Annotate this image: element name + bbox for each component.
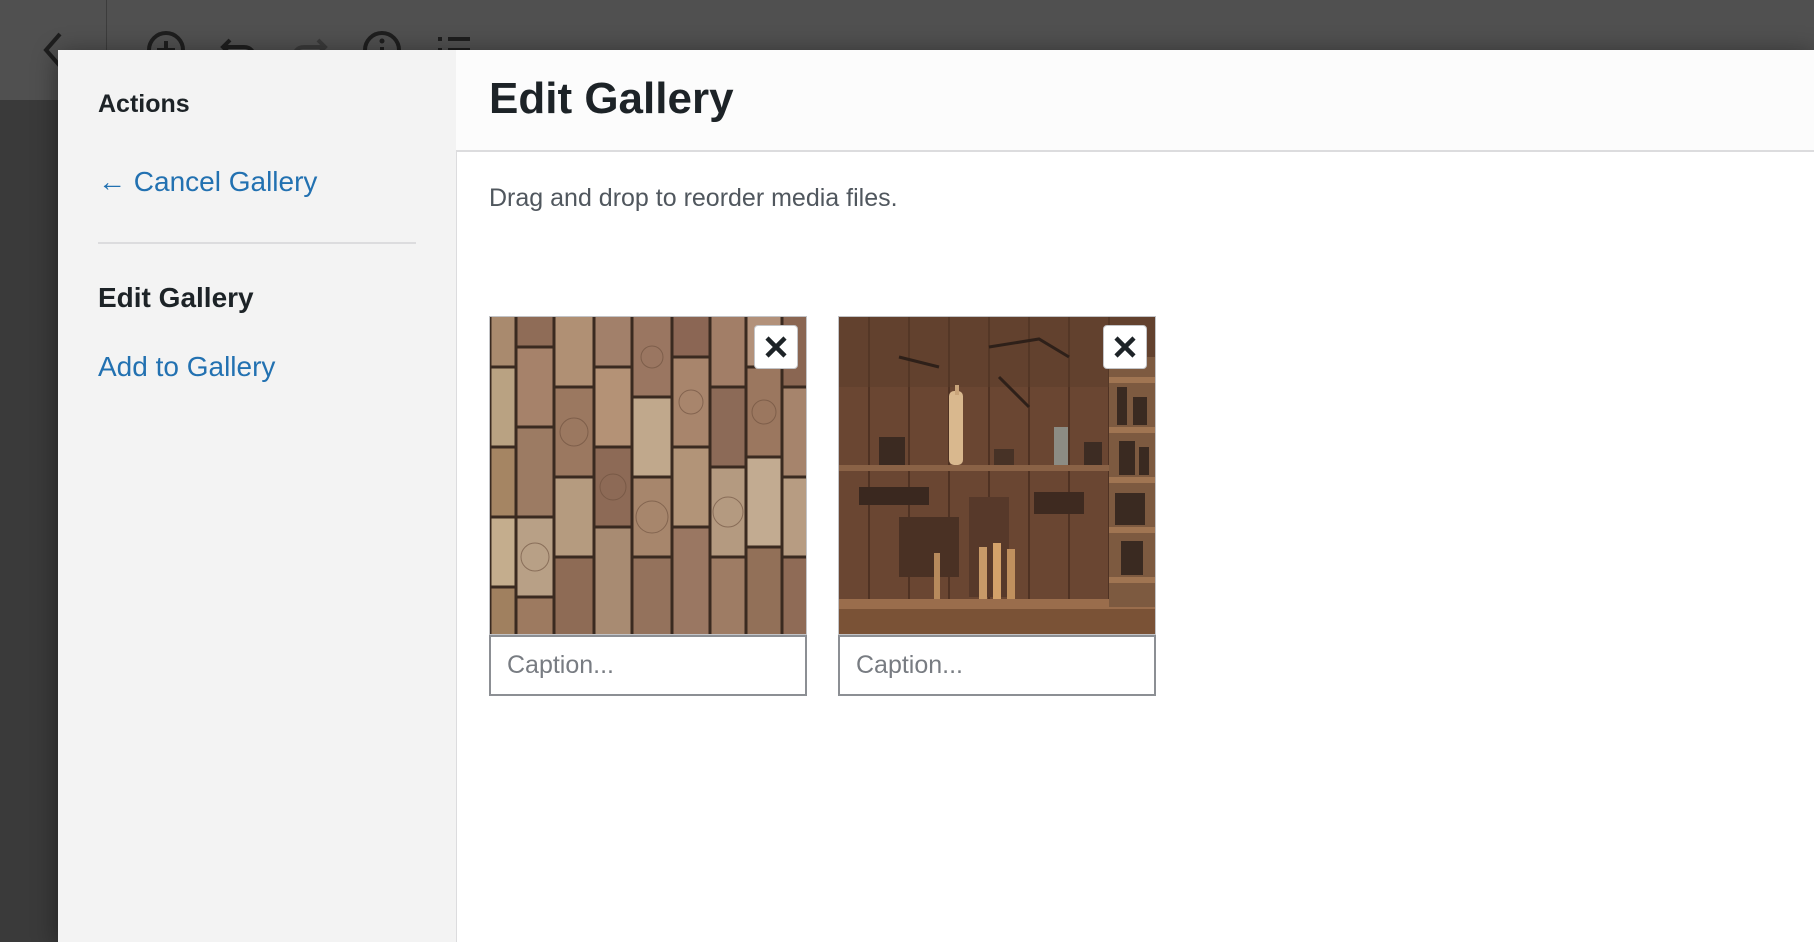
cancel-gallery-link[interactable]: ← Cancel Gallery bbox=[98, 166, 317, 198]
frame-title-bar: Edit Gallery bbox=[456, 50, 1814, 152]
media-modal: Actions ← Cancel Gallery Edit Gallery Ad… bbox=[58, 50, 1814, 942]
gallery-instructions: Drag and drop to reorder media files. bbox=[489, 184, 898, 212]
gallery-attachment[interactable] bbox=[838, 316, 1156, 696]
remove-attachment-button[interactable] bbox=[1103, 325, 1147, 369]
media-menu: Actions ← Cancel Gallery Edit Gallery Ad… bbox=[58, 50, 457, 942]
caption-input[interactable] bbox=[838, 635, 1156, 696]
close-icon bbox=[1114, 336, 1136, 358]
menu-heading: Actions bbox=[98, 90, 190, 118]
page-title: Edit Gallery bbox=[489, 74, 734, 123]
caption-input[interactable] bbox=[489, 635, 807, 696]
gallery-attachment[interactable] bbox=[489, 316, 807, 696]
menu-item-add-to-gallery[interactable]: Add to Gallery bbox=[98, 351, 275, 383]
menu-item-edit-gallery[interactable]: Edit Gallery bbox=[98, 282, 254, 314]
menu-separator bbox=[98, 242, 416, 244]
close-icon bbox=[765, 336, 787, 358]
remove-attachment-button[interactable] bbox=[754, 325, 798, 369]
editor-sidebar-backdrop bbox=[0, 100, 58, 942]
